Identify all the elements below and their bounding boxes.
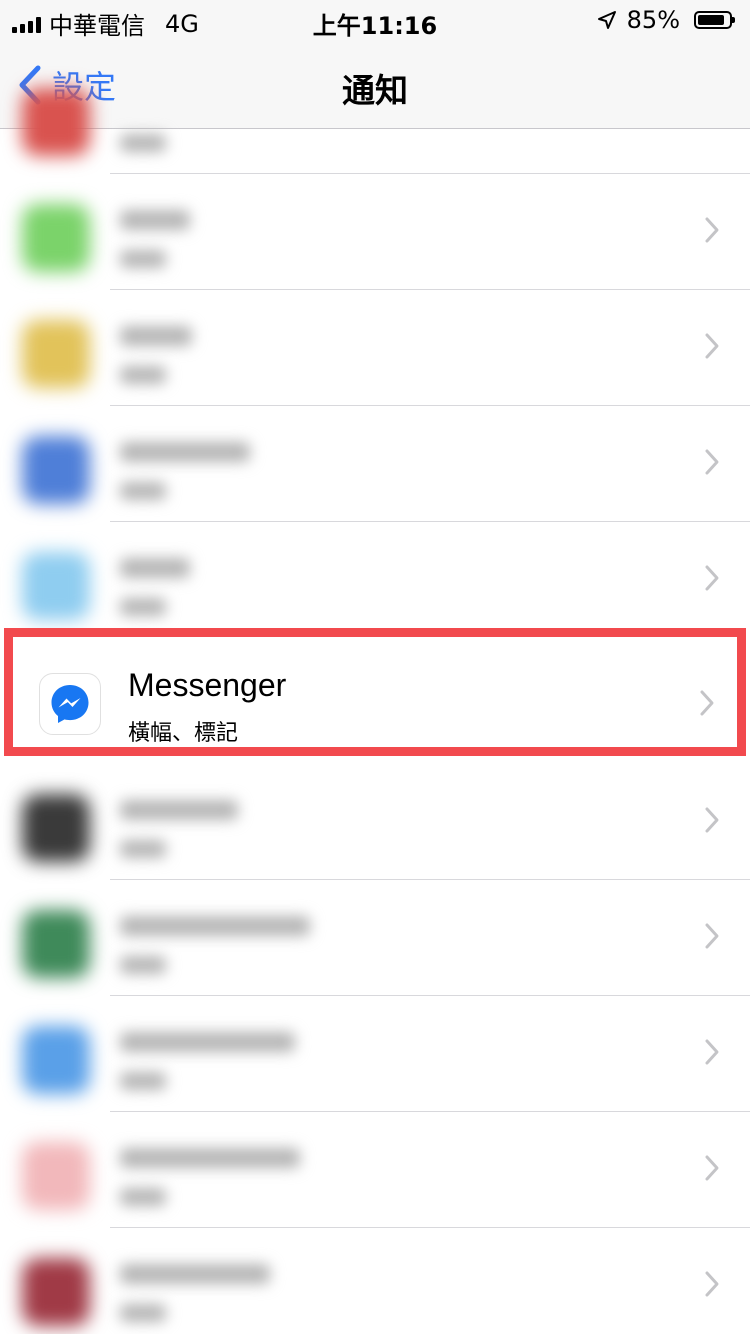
app-icon: [22, 794, 90, 862]
blurred-text: [120, 558, 190, 578]
app-icon: [22, 88, 90, 156]
blurred-text: [120, 800, 238, 820]
battery-level: [698, 15, 724, 25]
chevron-right-icon: [705, 565, 719, 591]
blurred-text: [120, 1188, 166, 1206]
list-item[interactable]: [0, 290, 750, 406]
list-item[interactable]: [0, 58, 750, 174]
app-icon: [22, 1258, 90, 1326]
blurred-text: [120, 1304, 166, 1322]
blurred-text: [120, 1032, 295, 1052]
blurred-text: [120, 326, 192, 346]
chevron-right-icon: [705, 923, 719, 949]
blurred-text: [120, 956, 166, 974]
notification-style: 橫幅、標記: [128, 721, 239, 746]
app-icon: [22, 436, 90, 504]
battery-icon: [694, 11, 735, 29]
blurred-text: [120, 1072, 166, 1090]
app-icon: [22, 910, 90, 978]
screen: 中華電信 4G 上午11:16 85% 設定 通知 Messenger 橫幅、標…: [0, 0, 750, 1334]
status-right: 85%: [597, 6, 735, 34]
app-icon: [22, 552, 90, 620]
blurred-text: [120, 1264, 270, 1284]
chevron-right-icon: [705, 333, 719, 359]
messenger-app-icon: [39, 673, 101, 735]
chevron-right-icon: [705, 1271, 719, 1297]
list-item[interactable]: [0, 174, 750, 290]
battery-percent: 85%: [626, 6, 680, 34]
list-item[interactable]: [0, 764, 750, 880]
list-item[interactable]: [0, 522, 750, 638]
chevron-right-icon: [700, 690, 714, 716]
blurred-text: [120, 1148, 300, 1168]
blurred-text: [120, 442, 250, 462]
blurred-text: [120, 134, 166, 152]
list-item[interactable]: [0, 996, 750, 1112]
blurred-text: [120, 840, 166, 858]
blurred-text: [120, 482, 166, 500]
messenger-row[interactable]: Messenger 橫幅、標記: [4, 628, 746, 756]
blurred-text: [120, 598, 166, 616]
messenger-logo-icon: [51, 685, 89, 723]
app-icon: [22, 320, 90, 388]
app-icon: [22, 1142, 90, 1210]
status-bar: 中華電信 4G 上午11:16 85%: [0, 0, 750, 40]
chevron-right-icon: [705, 807, 719, 833]
blurred-text: [120, 916, 310, 936]
list-item[interactable]: [0, 406, 750, 522]
chevron-right-icon: [705, 1155, 719, 1181]
list-item[interactable]: [0, 1228, 750, 1334]
app-icon: [22, 1026, 90, 1094]
app-name: Messenger: [128, 667, 287, 703]
list-item[interactable]: [0, 880, 750, 996]
app-icon: [22, 204, 90, 272]
blurred-text: [120, 366, 166, 384]
location-arrow-icon: [597, 11, 616, 29]
chevron-right-icon: [705, 217, 719, 243]
chevron-right-icon: [705, 1039, 719, 1065]
list-item[interactable]: [0, 1112, 750, 1228]
blurred-text: [120, 250, 166, 268]
blurred-text: [120, 210, 190, 230]
chevron-right-icon: [705, 449, 719, 475]
